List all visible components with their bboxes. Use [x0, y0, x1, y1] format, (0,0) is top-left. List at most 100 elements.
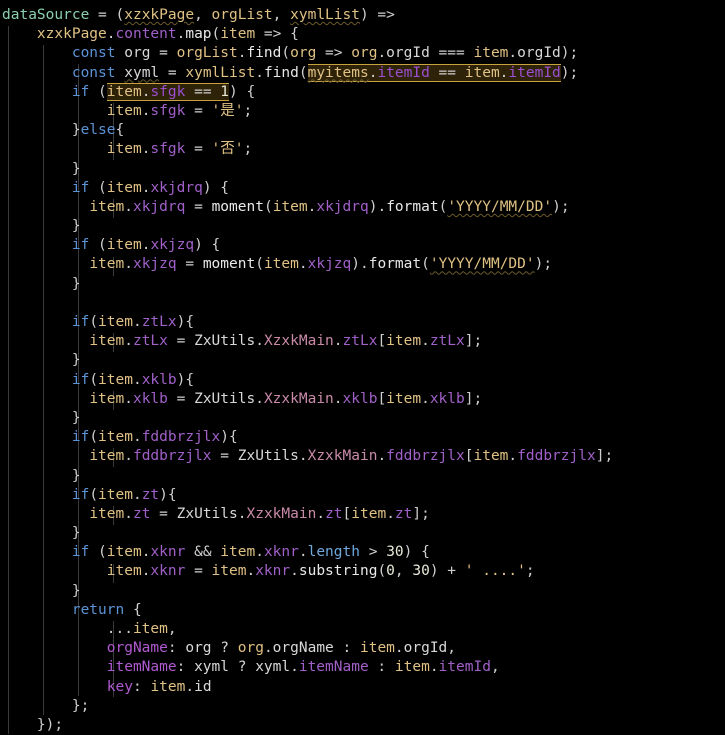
token-ns-ZxUtils: ZxUtils: [237, 448, 299, 465]
code-line-10[interactable]: if (item.xkjdrq) {: [0, 179, 725, 198]
token-param-orgList: orgList: [211, 7, 273, 23]
token-var-orgList: orgList: [176, 45, 238, 62]
code-line-1[interactable]: dataSource = (xzxkPage, orgList, xymlLis…: [0, 6, 725, 25]
token-prop-content: content: [115, 26, 177, 43]
code-line-20[interactable]: if(item.xklb){: [0, 371, 725, 390]
token-ns-ZxUtils: ZxUtils: [176, 505, 238, 522]
code-line-38[interactable]: });: [0, 716, 725, 735]
token-key-key: key: [106, 678, 133, 695]
token-prop-sfgk: sfgk: [150, 141, 186, 158]
token-prop-xkjdrq: xkjdrq: [150, 179, 203, 196]
code-line-36[interactable]: key: item.id: [0, 678, 725, 697]
token-prop-fddbrzjlx: fddbrzjlx: [141, 429, 221, 446]
token-param-org: org: [290, 45, 317, 62]
code-line-16[interactable]: [0, 294, 725, 313]
token-ns-ZxUtils: ZxUtils: [194, 390, 256, 407]
code-line-4[interactable]: const xyml = xymlList.find(myitems.itemI…: [0, 63, 725, 83]
token-key-orgName: orgName: [106, 640, 168, 657]
token-prop-xkjzq: xkjzq: [150, 237, 195, 254]
token-string-fou: 否: [220, 141, 235, 158]
code-line-17[interactable]: if(item.ztLx){: [0, 313, 725, 332]
code-line-6[interactable]: item.sfgk = '是';: [0, 102, 725, 121]
code-line-23[interactable]: if(item.fddbrzjlx){: [0, 428, 725, 447]
code-line-9[interactable]: }: [0, 160, 725, 179]
code-line-22[interactable]: }: [0, 409, 725, 428]
code-line-25[interactable]: }: [0, 467, 725, 486]
token-prop-itemId: itemId: [508, 64, 561, 81]
token-var-xyml: xyml: [124, 64, 160, 81]
code-editor[interactable]: dataSource = (xzxkPage, orgList, xymlLis…: [0, 0, 725, 734]
token-prop-xklb: xklb: [141, 371, 177, 388]
code-line-32[interactable]: return {: [0, 601, 725, 620]
token-fn-format: format: [386, 198, 439, 215]
code-line-14[interactable]: item.xkjzq = moment(item.xkjzq).format('…: [0, 255, 725, 274]
token-declaration: dataSource: [2, 7, 90, 23]
code-line-19[interactable]: }: [0, 351, 725, 370]
code-content[interactable]: dataSource = (xzxkPage, orgList, xymlLis…: [0, 6, 725, 735]
token-class-XzxkMain: XzxkMain: [307, 448, 378, 465]
token-prop-itemName: itemName: [298, 659, 369, 676]
token-keyword-if: if: [71, 314, 90, 330]
token-obj-xzxkPage: xzxkPage: [36, 26, 107, 43]
token-prop-fddbrzjlx: fddbrzjlx: [132, 448, 212, 465]
code-line-33[interactable]: ...item,: [0, 620, 725, 639]
token-param-item: item: [220, 26, 256, 43]
token-builtin-length: length: [307, 544, 360, 561]
code-line-18[interactable]: item.ztLx = ZxUtils.XzxkMain.ztLx[item.z…: [0, 332, 725, 351]
code-line-30[interactable]: item.xknr = item.xknr.substring(0, 30) +…: [0, 562, 725, 581]
token-param-xymlList: xymlList: [290, 7, 360, 23]
code-line-27[interactable]: item.zt = ZxUtils.XzxkMain.zt[item.zt];: [0, 505, 725, 524]
code-line-13[interactable]: if (item.xkjzq) {: [0, 236, 725, 255]
token-class-XzxkMain: XzxkMain: [263, 333, 334, 350]
token-prop-orgId: orgId: [386, 45, 430, 62]
code-line-24[interactable]: item.fddbrzjlx = ZxUtils.XzxkMain.fddbrz…: [0, 447, 725, 466]
token-prop-zt: zt: [132, 505, 151, 522]
token-fn-map: map: [185, 26, 212, 43]
token-keyword-if: if: [71, 179, 90, 196]
code-line-31[interactable]: }: [0, 582, 725, 601]
token-prop-xklb: xklb: [132, 390, 168, 407]
token-string-ellipsis: ' ....': [464, 563, 526, 580]
token-keyword-const: const: [71, 64, 116, 81]
token-prop-zt: zt: [141, 486, 160, 503]
code-line-11[interactable]: item.xkjdrq = moment(item.xkjdrq).format…: [0, 198, 725, 217]
token-fn-moment: moment: [211, 198, 264, 215]
token-class-XzxkMain: XzxkMain: [263, 390, 334, 407]
token-prop-xkjdrq: xkjdrq: [132, 198, 186, 215]
code-line-12[interactable]: }: [0, 217, 725, 236]
token-keyword-if: if: [71, 486, 90, 503]
code-line-2[interactable]: xzxkPage.content.map(item => {: [0, 25, 725, 44]
token-prop-xkjzq: xkjzq: [132, 256, 177, 273]
code-line-26[interactable]: if(item.zt){: [0, 486, 725, 505]
code-line-34[interactable]: orgName: org ? org.orgName : item.orgId,: [0, 639, 725, 658]
token-prop-sfgk: sfgk: [150, 83, 186, 100]
token-fn-find: find: [246, 45, 282, 62]
token-prop-itemId: itemId: [438, 659, 491, 676]
code-line-3[interactable]: const org = orgList.find(org => org.orgI…: [0, 44, 725, 63]
token-keyword-const: const: [71, 45, 116, 62]
token-number-30: 30: [386, 544, 404, 561]
token-fn-moment: moment: [202, 256, 256, 273]
token-ns-ZxUtils: ZxUtils: [194, 333, 256, 350]
code-line-21[interactable]: item.xklb = ZxUtils.XzxkMain.xklb[item.x…: [0, 390, 725, 409]
token-prop-sfgk: sfgk: [150, 102, 186, 119]
token-string-date-format: 'YYYY/MM/DD': [447, 198, 553, 215]
code-line-8[interactable]: item.sfgk = '否';: [0, 140, 725, 159]
token-keyword-else: else: [80, 122, 116, 139]
code-line-15[interactable]: }: [0, 275, 725, 294]
code-line-37[interactable]: };: [0, 697, 725, 716]
token-number-1: 1: [220, 83, 230, 100]
token-keyword-return: return: [71, 601, 125, 618]
token-fn-format: format: [368, 256, 422, 273]
occurrence-highlight-itemid: myitems.itemId == item.itemId: [307, 63, 561, 82]
code-line-29[interactable]: if (item.xknr && item.xknr.length > 30) …: [0, 543, 725, 562]
code-line-7[interactable]: }else{: [0, 121, 725, 140]
code-line-35[interactable]: itemName: xyml ? xyml.itemName : item.it…: [0, 658, 725, 677]
code-line-5[interactable]: if (item.sfgk == 1) {: [0, 82, 725, 102]
token-class-XzxkMain: XzxkMain: [246, 505, 317, 522]
token-prop-itemId: itemId: [377, 64, 430, 81]
token-prop-ztLx: ztLx: [132, 333, 168, 350]
occurrence-highlight-sfgk: item.sfgk == 1: [106, 82, 230, 101]
code-line-28[interactable]: }: [0, 524, 725, 543]
token-spread-item: item: [132, 621, 168, 637]
